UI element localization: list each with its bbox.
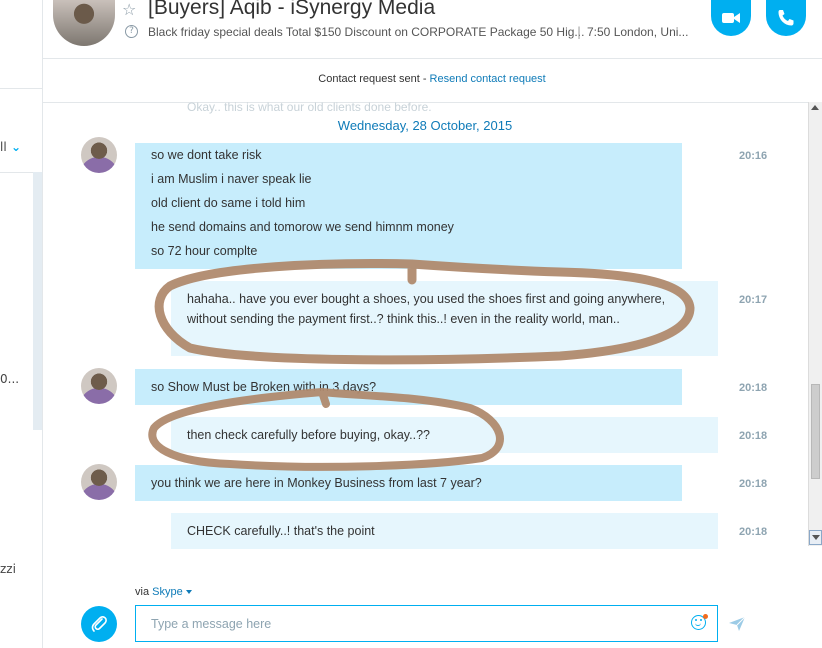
sender-avatar[interactable] xyxy=(81,137,117,173)
caret-down-icon[interactable] xyxy=(185,590,192,595)
video-call-button[interactable] xyxy=(711,0,751,36)
send-icon[interactable] xyxy=(728,616,746,632)
local-time-location: 7:50 London, Uni... xyxy=(587,25,689,39)
star-icon[interactable]: ☆ xyxy=(122,0,136,19)
header-divider xyxy=(42,58,822,59)
emoticon-notification-dot xyxy=(703,614,708,619)
message-bubble-outgoing[interactable]: CHECK carefully..! that's the point xyxy=(171,513,718,549)
message-bubble-outgoing[interactable]: then check carefully before buying, okay… xyxy=(171,417,718,453)
resend-contact-request-link[interactable]: Resend contact request xyxy=(430,73,546,85)
message-timestamp: 20:18 xyxy=(739,430,768,442)
message-timestamp: 20:17 xyxy=(739,294,768,306)
contact-request-status: Contact request sent - xyxy=(318,73,430,85)
sidebar-item-truncated[interactable]: 0... xyxy=(0,372,19,386)
faded-message: Okay.. this is what our old clients done… xyxy=(187,100,432,114)
scroll-down-arrow-icon[interactable] xyxy=(812,535,820,540)
sidebar-divider xyxy=(0,88,42,89)
sidebar-filter-label[interactable]: ll xyxy=(0,140,7,154)
message-timestamp: 20:16 xyxy=(739,150,768,162)
scroll-up-arrow-icon[interactable] xyxy=(811,105,819,110)
chat-title: [Buyers] Aqib - iSynergy Media xyxy=(148,0,436,19)
help-icon: ? xyxy=(125,25,138,38)
mood-message: Black friday special deals Total $150 Di… xyxy=(148,25,585,39)
sender-avatar[interactable] xyxy=(81,464,117,500)
phone-icon xyxy=(778,10,794,26)
attach-button[interactable] xyxy=(81,606,117,642)
message-text: then check carefully before buying, okay… xyxy=(187,428,430,442)
contact-avatar[interactable] xyxy=(53,0,115,46)
chevron-down-icon[interactable]: ⌄ xyxy=(11,140,21,154)
message-bubble-incoming[interactable]: so Show Must be Broken with in 3 days? xyxy=(135,369,682,405)
chat-scrollbar[interactable] xyxy=(808,102,822,546)
message-text: CHECK carefully..! that's the point xyxy=(187,524,375,538)
sidebar-item-truncated-name[interactable]: zzi xyxy=(0,562,16,576)
sidebar-scrollbar[interactable] xyxy=(33,172,42,430)
message-text: you think we are here in Monkey Business… xyxy=(151,476,482,490)
paperclip-icon xyxy=(91,616,107,632)
header-separator: | xyxy=(577,25,582,39)
scrollbar-thumb[interactable] xyxy=(811,384,820,479)
message-timestamp: 20:18 xyxy=(739,526,768,538)
message-line: i am Muslim i naver speak lie xyxy=(151,172,312,186)
message-bubble-incoming[interactable]: you think we are here in Monkey Business… xyxy=(135,465,682,501)
audio-call-button[interactable] xyxy=(766,0,806,36)
message-bubble-incoming[interactable]: so we dont take risk i am Muslim i naver… xyxy=(135,143,682,269)
message-bubble-outgoing[interactable]: hahaha.. have you ever bought a shoes, y… xyxy=(171,281,718,356)
video-camera-icon xyxy=(722,13,740,23)
via-service[interactable]: Skype xyxy=(152,586,183,598)
message-line: so we dont take risk xyxy=(151,148,262,162)
message-timestamp: 20:18 xyxy=(739,478,768,490)
sender-avatar[interactable] xyxy=(81,368,117,404)
message-line: old client do same i told him xyxy=(151,196,306,210)
via-label: via xyxy=(135,586,153,598)
message-text: so Show Must be Broken with in 3 days? xyxy=(151,380,377,394)
date-separator: Wednesday, 28 October, 2015 xyxy=(337,118,513,133)
message-timestamp: 20:18 xyxy=(739,382,768,394)
via-selector[interactable]: via Skype xyxy=(135,586,192,598)
message-text: hahaha.. have you ever bought a shoes, y… xyxy=(187,292,666,326)
contact-request-bar: Contact request sent - Resend contact re… xyxy=(42,73,822,85)
message-line: he send domains and tomorow we send himn… xyxy=(151,220,454,234)
message-input[interactable] xyxy=(135,605,718,642)
message-line: so 72 hour complte xyxy=(151,244,258,258)
